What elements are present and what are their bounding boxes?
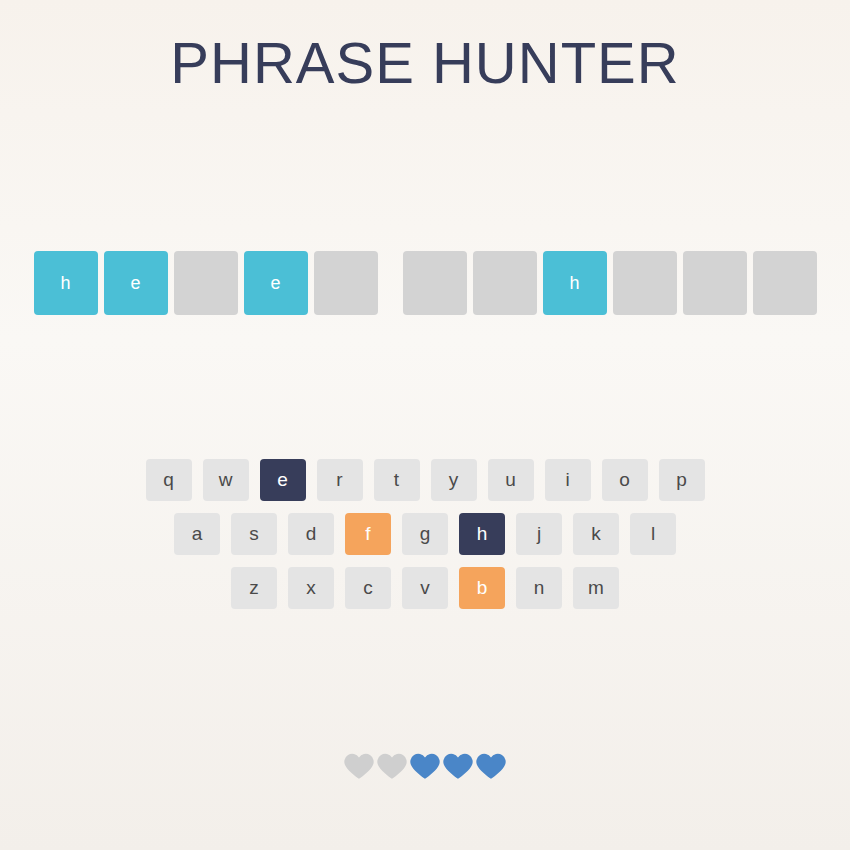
game-title: PHRASE HUNTER: [170, 28, 679, 98]
letter-tile: e: [244, 251, 308, 315]
key[interactable]: a: [174, 513, 220, 555]
letter-tile: [613, 251, 677, 315]
heart-icon: [342, 749, 376, 783]
heart-icon: [375, 749, 409, 783]
key[interactable]: f: [345, 513, 391, 555]
letter-tile: [753, 251, 817, 315]
phrase-word: hee: [34, 251, 378, 315]
key[interactable]: o: [602, 459, 648, 501]
phrase: heeh: [34, 251, 817, 315]
key[interactable]: v: [402, 567, 448, 609]
letter-tile: [473, 251, 537, 315]
letter-tile: [174, 251, 238, 315]
key[interactable]: u: [488, 459, 534, 501]
letter-tile: h: [34, 251, 98, 315]
key[interactable]: z: [231, 567, 277, 609]
letter-tile: [683, 251, 747, 315]
key[interactable]: t: [374, 459, 420, 501]
key[interactable]: p: [659, 459, 705, 501]
key[interactable]: y: [431, 459, 477, 501]
letter-tile: e: [104, 251, 168, 315]
key[interactable]: j: [516, 513, 562, 555]
phrase-word: h: [403, 251, 817, 315]
heart-icon: [474, 749, 508, 783]
key[interactable]: w: [203, 459, 249, 501]
key[interactable]: r: [317, 459, 363, 501]
key[interactable]: l: [630, 513, 676, 555]
key[interactable]: s: [231, 513, 277, 555]
key[interactable]: g: [402, 513, 448, 555]
heart-icon: [441, 749, 475, 783]
keyboard-row: qwertyuiop: [146, 459, 705, 501]
keyboard-row: asdfghjkl: [174, 513, 676, 555]
key[interactable]: b: [459, 567, 505, 609]
letter-tile: [314, 251, 378, 315]
key[interactable]: k: [573, 513, 619, 555]
key[interactable]: i: [545, 459, 591, 501]
heart-icon: [408, 749, 442, 783]
key[interactable]: x: [288, 567, 334, 609]
key[interactable]: h: [459, 513, 505, 555]
letter-tile: [403, 251, 467, 315]
keyboard: qwertyuiop asdfghjkl zxcvbnm: [146, 459, 705, 609]
key[interactable]: d: [288, 513, 334, 555]
keyboard-row: zxcvbnm: [231, 567, 619, 609]
key[interactable]: q: [146, 459, 192, 501]
game-screen: PHRASE HUNTER heeh qwertyuiopasdfghjklzx…: [0, 0, 850, 850]
letter-tile: h: [543, 251, 607, 315]
key[interactable]: e: [260, 459, 306, 501]
key[interactable]: c: [345, 567, 391, 609]
key[interactable]: n: [516, 567, 562, 609]
key[interactable]: m: [573, 567, 619, 609]
lives: [343, 749, 508, 783]
